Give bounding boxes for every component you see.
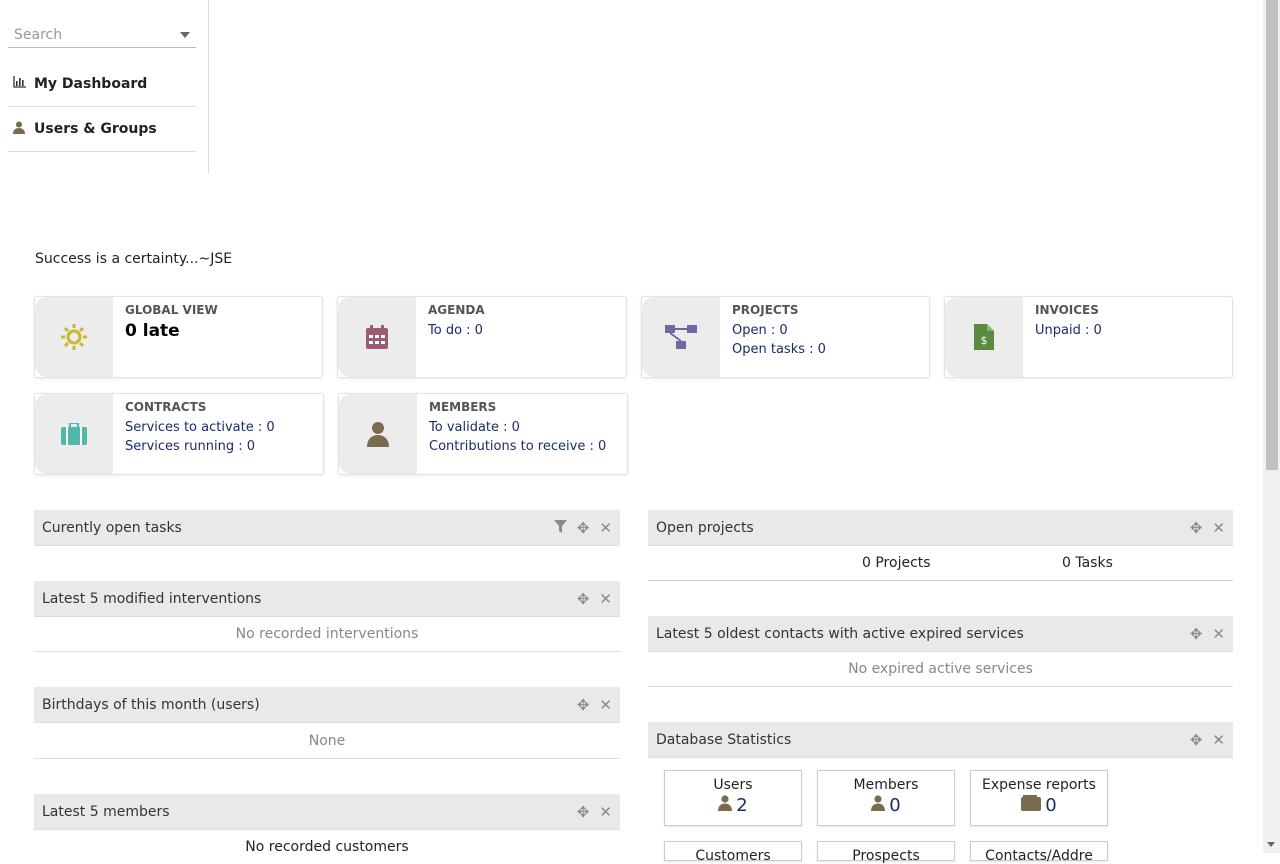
search-input[interactable] — [8, 26, 168, 43]
widget-title: Database Statistics — [656, 731, 792, 748]
search-combobox[interactable] — [8, 22, 196, 48]
sidebar-item-label: Users & Groups — [34, 121, 157, 137]
close-icon[interactable]: ✕ — [1212, 625, 1225, 643]
stat-users[interactable]: Users 2 — [664, 770, 802, 826]
widget-title: Open projects — [656, 519, 754, 536]
global-view-box[interactable]: GLOBAL VIEW 0 late — [34, 296, 323, 378]
widget-expired-services: Latest 5 oldest contacts with active exp… — [648, 616, 1233, 687]
widget-birthdays: Birthdays of this month (users) ✥ ✕ None — [34, 687, 620, 759]
sidebar: My Dashboard Users & Groups — [0, 0, 209, 173]
services-to-activate-link[interactable]: Services to activate : 0 — [125, 418, 275, 437]
calendar-icon — [338, 297, 416, 377]
widget-title: Birthdays of this month (users) — [42, 696, 260, 713]
move-icon[interactable]: ✥ — [577, 696, 590, 714]
widget-title: Latest 5 modified interventions — [42, 590, 262, 607]
stat-value: 0 — [1045, 795, 1057, 816]
close-icon[interactable]: ✕ — [599, 803, 612, 821]
stat-prospects[interactable]: Prospects — [817, 841, 955, 864]
widget-title: Curently open tasks — [42, 519, 182, 536]
user-icon — [871, 795, 886, 815]
stat-contacts[interactable]: Contacts/Addre — [970, 841, 1108, 864]
box-title: MEMBERS — [429, 400, 497, 414]
agenda-box[interactable]: AGENDA To do : 0 — [337, 296, 627, 378]
move-icon[interactable]: ✥ — [577, 590, 590, 608]
move-icon[interactable]: ✥ — [1190, 519, 1203, 537]
stat-label: Expense reports — [982, 777, 1096, 793]
suitcase-icon — [35, 394, 113, 474]
empty-message: None — [34, 723, 620, 759]
empty-message: No recorded interventions — [34, 617, 620, 652]
chevron-down-icon[interactable] — [180, 32, 190, 38]
to-validate-link[interactable]: To validate : 0 — [429, 418, 606, 437]
members-box[interactable]: MEMBERS To validate : 0 Contributions to… — [338, 393, 628, 475]
widget-title: Latest 5 oldest contacts with active exp… — [656, 625, 1024, 642]
project-tree-icon — [642, 297, 720, 377]
stat-value: 0 — [889, 795, 901, 816]
invoice-icon: $ — [945, 297, 1023, 377]
stat-label: Customers — [695, 848, 771, 864]
close-icon[interactable]: ✕ — [599, 519, 612, 537]
stat-expense-reports[interactable]: Expense reports 0 — [970, 770, 1108, 826]
bar-chart-icon — [8, 76, 34, 92]
sidebar-item-label: My Dashboard — [34, 76, 148, 92]
scrollbar-thumb[interactable] — [1266, 0, 1278, 470]
filter-icon[interactable] — [553, 519, 567, 537]
close-icon[interactable]: ✕ — [1212, 519, 1225, 537]
invoices-box[interactable]: $ INVOICES Unpaid : 0 — [944, 296, 1233, 378]
projects-count[interactable]: 0 Projects — [862, 555, 931, 571]
unpaid-link[interactable]: Unpaid : 0 — [1035, 321, 1102, 340]
open-tasks-link[interactable]: Open tasks : 0 — [732, 340, 826, 359]
wallet-icon — [1021, 795, 1042, 815]
contributions-link[interactable]: Contributions to receive : 0 — [429, 437, 606, 456]
motto-text: Success is a certainty...~JSE — [35, 251, 233, 267]
sidebar-item-my-dashboard[interactable]: My Dashboard — [8, 62, 196, 107]
move-icon[interactable]: ✥ — [577, 519, 590, 537]
sun-icon — [35, 297, 113, 377]
stat-value: 2 — [736, 795, 748, 816]
todo-link[interactable]: To do : 0 — [428, 321, 485, 340]
empty-message: No recorded customers — [245, 839, 409, 855]
move-icon[interactable]: ✥ — [577, 803, 590, 821]
late-count[interactable]: 0 late — [125, 321, 218, 341]
member-icon — [339, 394, 417, 474]
close-icon[interactable]: ✕ — [599, 696, 612, 714]
widget-open-projects: Open projects ✥ ✕ 0 Projects 0 Tasks — [648, 510, 1233, 581]
widget-title: Latest 5 members — [42, 803, 170, 820]
box-title: PROJECTS — [732, 303, 799, 317]
stat-label: Members — [853, 777, 919, 793]
stat-members[interactable]: Members 0 — [817, 770, 955, 826]
close-icon[interactable]: ✕ — [1212, 731, 1225, 749]
open-projects-link[interactable]: Open : 0 — [732, 321, 826, 340]
sidebar-item-users-groups[interactable]: Users & Groups — [8, 107, 196, 152]
contracts-box[interactable]: CONTRACTS Services to activate : 0 Servi… — [34, 393, 324, 475]
stat-label: Prospects — [852, 848, 920, 864]
move-icon[interactable]: ✥ — [1190, 731, 1203, 749]
projects-box[interactable]: PROJECTS Open : 0 Open tasks : 0 — [641, 296, 930, 378]
move-icon[interactable]: ✥ — [1190, 625, 1203, 643]
box-title: INVOICES — [1035, 303, 1099, 317]
scroll-down-arrow-icon[interactable] — [1267, 842, 1275, 847]
box-title: GLOBAL VIEW — [125, 303, 218, 317]
page-scrollbar[interactable] — [1263, 0, 1280, 853]
stat-label: Contacts/Addre — [985, 848, 1093, 864]
svg-text:$: $ — [981, 334, 988, 347]
services-running-link[interactable]: Services running : 0 — [125, 437, 275, 456]
widget-open-tasks: Curently open tasks ✥ ✕ — [34, 510, 620, 546]
box-title: AGENDA — [428, 303, 485, 317]
stat-customers[interactable]: Customers — [664, 841, 802, 864]
widget-database-statistics: Database Statistics ✥ ✕ — [648, 722, 1233, 758]
user-icon — [718, 795, 733, 815]
tasks-count[interactable]: 0 Tasks — [1062, 555, 1113, 571]
widget-latest-interventions: Latest 5 modified interventions ✥ ✕ No r… — [34, 581, 620, 652]
user-icon — [8, 121, 34, 138]
widget-latest-members: Latest 5 members ✥ ✕ No recorded custome… — [34, 794, 620, 864]
stat-label: Users — [713, 777, 753, 793]
box-title: CONTRACTS — [125, 400, 207, 414]
close-icon[interactable]: ✕ — [599, 590, 612, 608]
empty-message: No expired active services — [648, 652, 1233, 687]
